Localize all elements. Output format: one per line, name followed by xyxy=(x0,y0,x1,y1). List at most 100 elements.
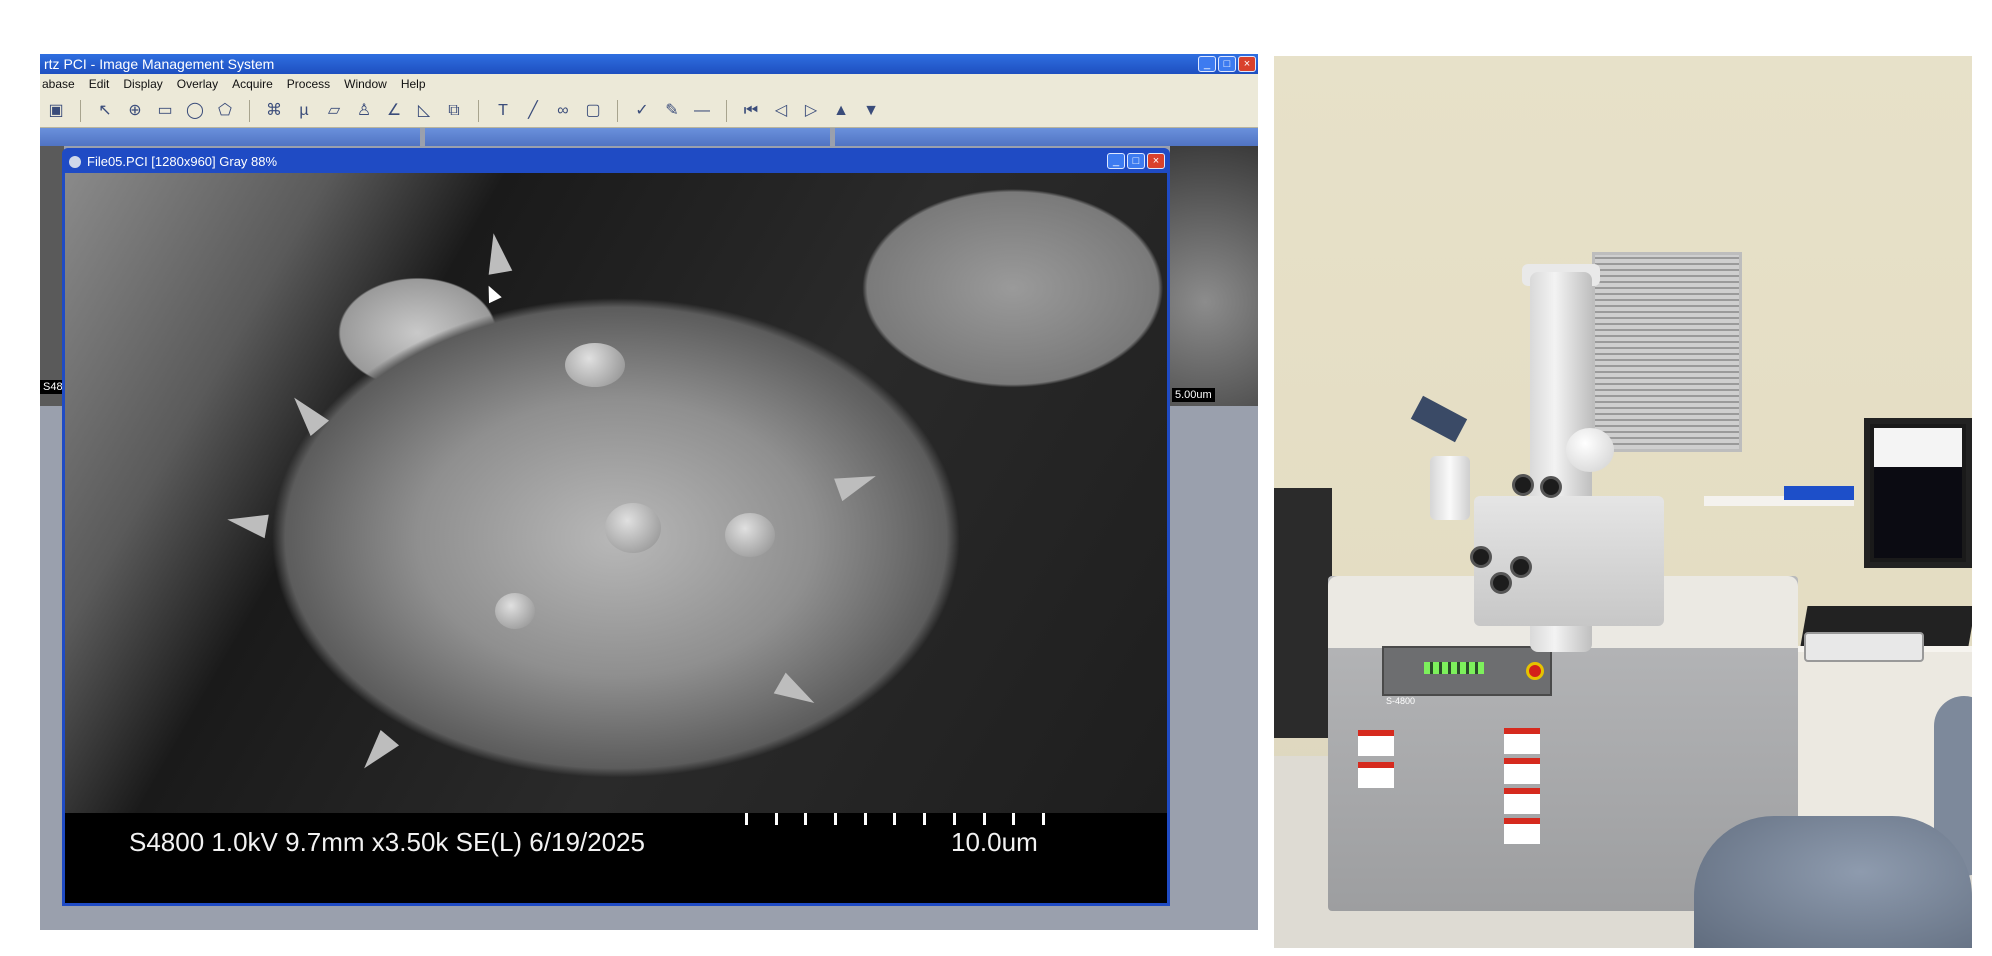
ruler-icon[interactable]: ▱ xyxy=(324,101,344,121)
prev-frame-icon[interactable]: ◁ xyxy=(771,101,791,121)
save-icon[interactable]: ▣ xyxy=(46,101,66,121)
warning-sticker xyxy=(1358,730,1394,756)
stage-knob-icon xyxy=(1470,546,1492,568)
stage-knob-icon xyxy=(1490,572,1512,594)
background-scale-label: 5.00um xyxy=(1172,388,1215,402)
rect-select-icon[interactable]: ▭ xyxy=(155,101,175,121)
up-icon[interactable]: ▲ xyxy=(831,101,851,121)
menu-process[interactable]: Process xyxy=(287,74,330,94)
image-window[interactable]: File05.PCI [1280x960] Gray 88% _ □ × S48… xyxy=(62,148,1170,906)
menu-edit[interactable]: Edit xyxy=(89,74,110,94)
pollen-pore xyxy=(495,593,535,629)
zoom-icon[interactable]: ⊕ xyxy=(125,101,145,121)
menubar: abase Edit Display Overlay Acquire Proce… xyxy=(40,74,1258,94)
toolbar: ▣ ↖ ⊕ ▭ ◯ ⬠ ⌘ µ ▱ ♙ ∠ ◺ ⧉ T ╱ ∞ ▢ ✓ ✎ — … xyxy=(40,94,1258,128)
pointer-icon[interactable]: ↖ xyxy=(95,101,115,121)
scale-tick xyxy=(774,813,778,825)
pollen-spike xyxy=(225,507,269,539)
scale-bar-label: 10.0um xyxy=(951,827,1038,857)
sem-info-bar: S4800 1.0kV 9.7mm x3.50k SE(L) 6/19/2025 xyxy=(65,813,1167,903)
instrument-model-label: S-4800 xyxy=(1386,696,1416,706)
column-sphere xyxy=(1566,428,1614,472)
background-window-tab[interactable] xyxy=(835,128,1258,146)
close-icon[interactable]: × xyxy=(1147,153,1165,169)
toolbar-separator xyxy=(726,99,727,122)
area-icon[interactable]: ◺ xyxy=(414,101,434,121)
warning-sticker xyxy=(1504,728,1540,754)
background-window-image xyxy=(40,146,64,406)
app-titlebar: rtz PCI - Image Management System _ □ × xyxy=(40,54,1258,74)
blue-binder xyxy=(1784,486,1854,500)
background-window-tab[interactable] xyxy=(425,128,830,146)
line-style-icon[interactable]: — xyxy=(692,101,712,121)
scale-tick xyxy=(982,813,986,825)
maximize-icon[interactable]: □ xyxy=(1218,56,1236,72)
scale-tick xyxy=(804,813,808,825)
menu-display[interactable]: Display xyxy=(123,74,162,94)
pollen-pore xyxy=(605,503,661,553)
crop-icon[interactable]: ⧉ xyxy=(444,101,464,121)
detector-cylinder xyxy=(1430,456,1470,520)
app-title: rtz PCI - Image Management System xyxy=(44,56,275,72)
pollen-pore xyxy=(565,343,625,387)
pollen-pore xyxy=(725,513,775,557)
scale-tick xyxy=(952,813,956,825)
text-tool-icon[interactable]: T xyxy=(493,101,513,121)
window-icon xyxy=(69,156,81,168)
close-icon[interactable]: × xyxy=(1238,56,1256,72)
pollen-spike xyxy=(773,672,821,714)
polygon-icon[interactable]: ⬠ xyxy=(215,101,235,121)
color-icon[interactable]: ▢ xyxy=(583,101,603,121)
scale-tick xyxy=(863,813,867,825)
next-frame-icon[interactable]: ▷ xyxy=(801,101,821,121)
pollen-spike xyxy=(834,464,880,502)
image-window-controls: _ □ × xyxy=(1107,153,1165,169)
calibrate-icon[interactable]: ⌘ xyxy=(264,101,284,121)
background-window-tab[interactable] xyxy=(40,128,420,146)
monitor-photo: rtz PCI - Image Management System _ □ × … xyxy=(40,54,1258,930)
image-window-title: File05.PCI [1280x960] Gray 88% xyxy=(87,154,278,169)
specimen-chamber xyxy=(1474,496,1664,626)
scale-tick xyxy=(1041,813,1045,825)
emergency-stop-icon xyxy=(1526,662,1544,680)
warning-sticker xyxy=(1504,758,1540,784)
stage-knob-icon xyxy=(1540,476,1562,498)
status-leds xyxy=(1424,662,1484,674)
brush-icon[interactable]: ✓ xyxy=(632,101,652,121)
toolbar-separator xyxy=(80,99,81,122)
toolbar-separator xyxy=(249,99,250,122)
link-icon[interactable]: ∞ xyxy=(553,101,573,121)
line-tool-icon[interactable]: ╱ xyxy=(523,101,543,121)
monitor-screen xyxy=(1874,428,1962,558)
first-frame-icon[interactable]: ⏮ xyxy=(741,101,761,121)
background-window-image xyxy=(1170,146,1258,406)
wall-cabinet xyxy=(1274,488,1332,738)
menu-acquire[interactable]: Acquire xyxy=(232,74,273,94)
pollen-spike xyxy=(284,389,330,437)
ellipse-select-icon[interactable]: ◯ xyxy=(185,101,205,121)
scale-tick xyxy=(1012,813,1016,825)
down-icon[interactable]: ▼ xyxy=(861,101,881,121)
microscope-photo: S-4800 xyxy=(1274,56,1972,948)
control-panel-box xyxy=(1804,632,1924,662)
angle-icon[interactable]: ∠ xyxy=(384,101,404,121)
menu-window[interactable]: Window xyxy=(344,74,387,94)
menu-help[interactable]: Help xyxy=(401,74,426,94)
minimize-icon[interactable]: _ xyxy=(1198,56,1216,72)
fill-icon[interactable]: ✎ xyxy=(662,101,682,121)
warning-sticker xyxy=(1504,788,1540,814)
stage-knob-icon xyxy=(1510,556,1532,578)
micron-icon[interactable]: µ xyxy=(294,101,314,121)
image-canvas[interactable]: S4800 1.0kV 9.7mm x3.50k SE(L) 6/19/2025 xyxy=(65,173,1167,903)
app-window-controls: _ □ × xyxy=(1198,56,1256,72)
scale-bar xyxy=(745,813,1045,825)
menu-overlay[interactable]: Overlay xyxy=(177,74,218,94)
chair-seat xyxy=(1694,816,1972,948)
maximize-icon[interactable]: □ xyxy=(1127,153,1145,169)
warning-sticker xyxy=(1358,762,1394,788)
electronics-cabinet xyxy=(1592,252,1742,452)
image-window-titlebar[interactable]: File05.PCI [1280x960] Gray 88% _ □ × xyxy=(65,151,1167,173)
minimize-icon[interactable]: _ xyxy=(1107,153,1125,169)
caliper-icon[interactable]: ♙ xyxy=(354,101,374,121)
menu-database[interactable]: abase xyxy=(42,74,75,94)
